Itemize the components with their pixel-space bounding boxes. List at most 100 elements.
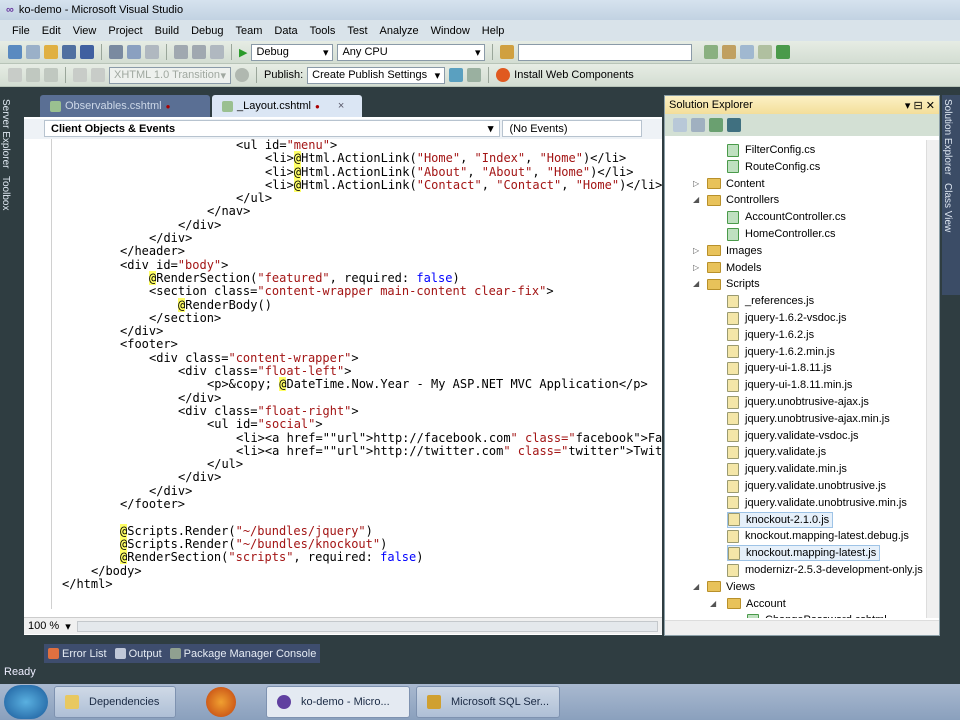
tree-item[interactable]: Content: [707, 176, 768, 192]
tree-item[interactable]: jquery-ui-1.8.11.min.js: [727, 377, 855, 393]
find-input[interactable]: [518, 43, 693, 61]
cut-icon[interactable]: [109, 45, 123, 59]
publish-select[interactable]: Create Publish Settings ▾: [307, 66, 446, 84]
tree-item[interactable]: jquery.validate.unobtrusive.min.js: [727, 495, 910, 511]
refresh-icon[interactable]: [709, 118, 723, 132]
menu-build[interactable]: Build: [149, 25, 185, 37]
tree-item[interactable]: FilterConfig.cs: [727, 142, 818, 158]
collapse-arrow-icon[interactable]: ◢: [693, 279, 699, 288]
tree-item[interactable]: Models: [707, 260, 764, 276]
copy-icon[interactable]: [127, 45, 141, 59]
doctype-select[interactable]: XHTML 1.0 Transition ▾: [109, 66, 231, 84]
expand-arrow-icon[interactable]: ▷: [693, 179, 699, 188]
tree-item[interactable]: jquery.validate.unobtrusive.js: [727, 478, 889, 494]
publish-settings-icon[interactable]: [467, 68, 482, 82]
horizontal-scrollbar[interactable]: [76, 620, 658, 632]
close-tab-icon[interactable]: ×: [338, 100, 344, 112]
server-explorer-tab[interactable]: Server Explorer: [0, 95, 11, 172]
tree-item[interactable]: jquery.unobtrusive-ajax.js: [727, 394, 872, 410]
taskbar-item-sql-server[interactable]: Microsoft SQL Ser...: [416, 686, 560, 718]
redo-icon[interactable]: [192, 45, 206, 59]
tree-item[interactable]: knockout-2.1.0.js: [727, 511, 834, 528]
comment-icon[interactable]: [73, 68, 87, 82]
class-view-tab[interactable]: Class View: [942, 179, 953, 236]
error-list-tab[interactable]: Error List: [48, 648, 107, 660]
code-editor[interactable]: Client Objects & Events ▾ (No Events) <ul…: [24, 117, 662, 635]
tree-item[interactable]: Account: [727, 596, 789, 612]
save-all-icon[interactable]: [80, 45, 94, 59]
install-web-components-button[interactable]: Install Web Components: [514, 69, 634, 81]
horizontal-scrollbar[interactable]: [665, 620, 939, 635]
expand-arrow-icon[interactable]: ▷: [693, 263, 699, 272]
expand-arrow-icon[interactable]: ▷: [693, 246, 699, 255]
collapse-arrow-icon[interactable]: ◢: [693, 195, 699, 204]
menu-help[interactable]: Help: [476, 25, 511, 37]
menu-analyze[interactable]: Analyze: [374, 25, 425, 37]
tree-item[interactable]: jquery-1.6.2-vsdoc.js: [727, 310, 850, 326]
tree-item[interactable]: jquery.validate.js: [727, 444, 829, 460]
tree-item[interactable]: jquery-1.6.2.min.js: [727, 344, 838, 360]
tree-item[interactable]: RouteConfig.cs: [727, 159, 823, 175]
vertical-scrollbar[interactable]: [926, 140, 939, 618]
pin-icon[interactable]: ⊟: [914, 100, 923, 112]
collapse-arrow-icon[interactable]: ◢: [693, 582, 699, 591]
tree-item[interactable]: HomeController.cs: [727, 226, 838, 242]
menu-test[interactable]: Test: [341, 25, 373, 37]
show-all-files-icon[interactable]: [691, 118, 705, 132]
collapse-arrow-icon[interactable]: ◢: [710, 599, 716, 608]
tab-observables[interactable]: Observables.cshtml ●: [40, 95, 210, 117]
start-button[interactable]: [4, 685, 48, 719]
toolbox-tab[interactable]: Toolbox: [0, 172, 11, 214]
menu-project[interactable]: Project: [102, 25, 148, 37]
firefox-icon[interactable]: [206, 687, 236, 717]
platform-select[interactable]: Any CPU ▾: [337, 43, 486, 61]
menu-data[interactable]: Data: [268, 25, 303, 37]
tab-layout[interactable]: _Layout.cshtml ● ×: [212, 95, 362, 117]
toolbar-icon[interactable]: [776, 45, 791, 59]
tree-item[interactable]: jquery-1.6.2.js: [727, 327, 817, 343]
code-text[interactable]: <ul id="menu"> <li>@Html.ActionLink("Home…: [62, 138, 662, 591]
save-icon[interactable]: [62, 45, 76, 59]
view-class-diagram-icon[interactable]: [727, 118, 741, 132]
tree-item[interactable]: jquery-ui-1.8.11.js: [727, 360, 835, 376]
configuration-select[interactable]: Debug ▾: [251, 43, 334, 61]
new-project-icon[interactable]: [8, 45, 22, 59]
package-manager-console-tab[interactable]: Package Manager Console: [169, 648, 316, 660]
toolbar-icon[interactable]: [758, 45, 773, 59]
menu-view[interactable]: View: [67, 25, 103, 37]
menu-team[interactable]: Team: [230, 25, 269, 37]
taskbar-item-visual-studio[interactable]: ko-demo - Micro...: [266, 686, 410, 718]
start-debugging-icon[interactable]: ▶: [239, 46, 247, 59]
navigate-icon[interactable]: [210, 45, 224, 59]
client-objects-select[interactable]: Client Objects & Events ▾: [44, 120, 501, 137]
tree-item[interactable]: AccountController.cs: [727, 209, 849, 225]
tree-item[interactable]: Controllers: [707, 192, 782, 208]
dropdown-icon[interactable]: ▾: [905, 100, 911, 112]
format-icon[interactable]: [8, 68, 22, 82]
tree-item[interactable]: jquery.validate.min.js: [727, 461, 850, 477]
close-icon[interactable]: ✕: [926, 100, 935, 112]
tree-item[interactable]: Scripts: [707, 276, 763, 292]
tree-item[interactable]: Images: [707, 243, 765, 259]
publish-web-icon[interactable]: [449, 68, 464, 82]
output-tab[interactable]: Output: [114, 648, 162, 660]
tree-item[interactable]: modernizr-2.5.3-development-only.js: [727, 562, 926, 578]
tree-item[interactable]: _references.js: [727, 293, 817, 309]
toolbar-icon[interactable]: [722, 45, 737, 59]
open-file-icon[interactable]: [44, 45, 58, 59]
outdent-icon[interactable]: [26, 68, 40, 82]
events-select[interactable]: (No Events): [502, 120, 642, 137]
tree-item[interactable]: jquery.unobtrusive-ajax.min.js: [727, 411, 893, 427]
solution-explorer-tab[interactable]: Solution Explorer: [942, 95, 953, 179]
tree-item[interactable]: jquery.validate-vsdoc.js: [727, 428, 862, 444]
tree-item[interactable]: ChangePassword.cshtml: [747, 612, 890, 618]
undo-icon[interactable]: [174, 45, 188, 59]
menu-tools[interactable]: Tools: [304, 25, 342, 37]
validation-icon[interactable]: [235, 68, 249, 82]
add-item-icon[interactable]: [26, 45, 40, 59]
tree-item[interactable]: knockout.mapping-latest.js: [727, 545, 881, 562]
paste-icon[interactable]: [145, 45, 159, 59]
tree-item[interactable]: Views: [707, 579, 758, 595]
menu-debug[interactable]: Debug: [185, 25, 229, 37]
menu-edit[interactable]: Edit: [36, 25, 67, 37]
